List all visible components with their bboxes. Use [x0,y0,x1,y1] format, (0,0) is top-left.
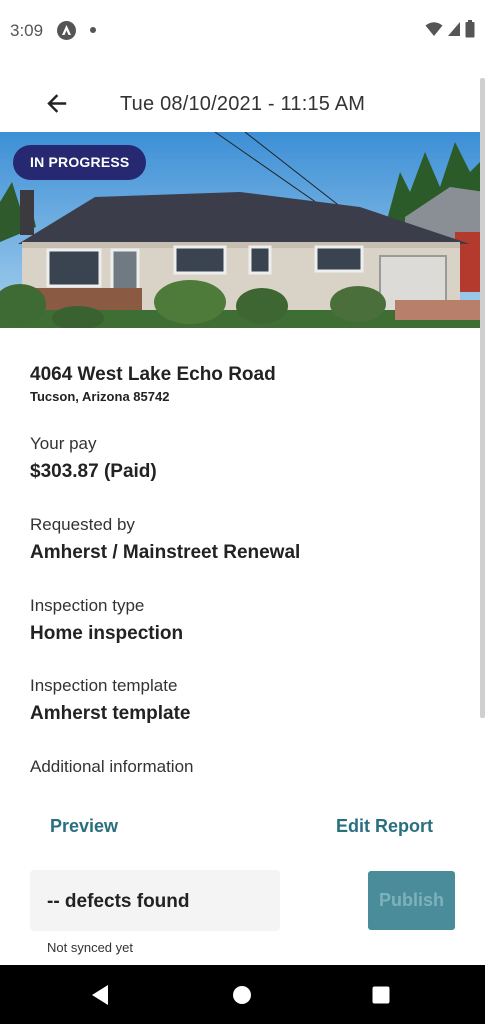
address-line1: 4064 West Lake Echo Road [30,364,276,385]
nav-home-button[interactable] [229,982,255,1008]
square-recents-icon [368,986,394,1012]
triangle-back-icon [88,985,114,1012]
wifi-icon [425,21,443,42]
requested-by-value: Amherst / Mainstreet Renewal [30,542,301,563]
system-nav-bar [0,965,485,1024]
inspection-template-value: Amherst template [30,703,191,724]
notification-dot-icon [90,27,96,33]
circle-home-icon [229,986,255,1012]
status-bar: 3:09 [0,0,485,62]
inspection-template-label: Inspection template [30,676,178,695]
additional-info-label: Additional information [30,757,194,776]
pay-label: Your pay [30,434,97,453]
status-badge: IN PROGRESS [13,145,147,180]
back-button[interactable] [36,84,76,124]
nav-recents-button[interactable] [368,982,394,1008]
scrollbar[interactable] [480,78,485,718]
requested-by-label: Requested by [30,515,135,534]
cell-signal-icon [447,21,461,42]
address-line2: Tucson, Arizona 85742 [30,389,170,404]
nav-back-button[interactable] [88,982,114,1008]
inspection-type-value: Home inspection [30,623,184,644]
page-title: Tue 08/10/2021 - 11:15 AM [120,93,366,115]
preview-button[interactable]: Preview [50,816,118,837]
inspection-type-label: Inspection type [30,596,145,615]
status-time: 3:09 [10,21,44,40]
edit-report-button[interactable]: Edit Report [336,816,433,837]
app-notification-icon [57,21,76,40]
publish-button[interactable]: Publish [368,871,455,930]
arrow-left-icon [36,94,76,128]
app-bar: Tue 08/10/2021 - 11:15 AM [0,62,485,132]
defects-count: -- defects found [47,891,190,912]
sync-status: Not synced yet [47,940,133,955]
status-indicators [425,20,475,43]
defects-summary: -- defects found [30,870,280,931]
property-photo: IN PROGRESS [0,132,485,328]
pay-value: $303.87 (Paid) [30,461,157,482]
battery-icon [465,20,475,43]
